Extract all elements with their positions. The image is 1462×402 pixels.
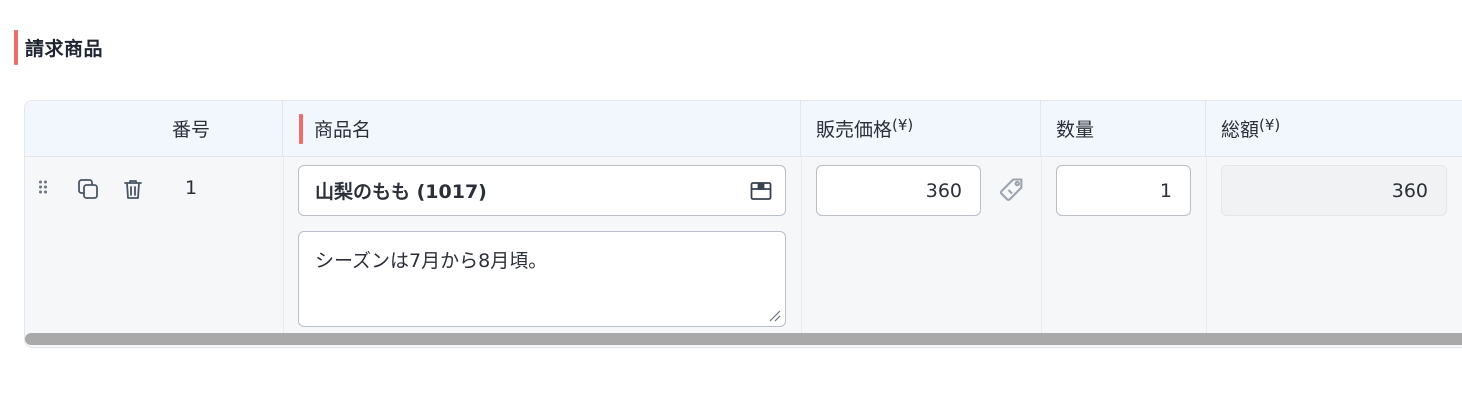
- column-divider: [283, 157, 284, 333]
- column-divider: [801, 157, 802, 333]
- header-number: 番号: [25, 101, 283, 156]
- header-product-name: 商品名: [283, 101, 801, 156]
- items-table: 番号 商品名 販売価格 (¥) 数量 総額 (¥) 1 山梨のもも (1017)…: [24, 100, 1462, 348]
- quantity-field[interactable]: 1: [1056, 165, 1191, 216]
- section-title: 請求商品: [25, 38, 104, 60]
- table-row: 1 山梨のもも (1017) シーズンは7月から8月頃。 360 1 360: [25, 157, 1462, 333]
- box-icon[interactable]: [749, 179, 773, 203]
- header-price-label: 販売価格: [816, 119, 893, 141]
- resize-grip-icon[interactable]: [767, 308, 781, 322]
- price-field[interactable]: 360: [816, 165, 981, 216]
- product-description-field[interactable]: シーズンは7月から8月頃。: [298, 231, 786, 327]
- horizontal-scrollbar[interactable]: [25, 333, 1462, 345]
- header-price: 販売価格 (¥): [801, 101, 1041, 156]
- header-product-name-label: 商品名: [314, 119, 372, 141]
- header-number-label: 番号: [171, 119, 210, 141]
- price-value: 360: [925, 179, 962, 202]
- header-quantity-label: 数量: [1056, 119, 1095, 141]
- quantity-value: 1: [1159, 179, 1172, 202]
- drag-handle-icon[interactable]: [38, 179, 48, 198]
- price-tag-icon[interactable]: [998, 176, 1026, 204]
- header-price-unit: (¥): [892, 115, 914, 134]
- total-field: 360: [1221, 165, 1447, 216]
- column-divider: [1206, 157, 1207, 333]
- total-value: 360: [1391, 179, 1428, 202]
- product-description-value: シーズンは7月から8月頃。: [315, 250, 548, 272]
- copy-row-button[interactable]: [75, 176, 101, 202]
- header-total-unit: (¥): [1259, 115, 1281, 134]
- product-name-value: 山梨のもも (1017): [315, 181, 487, 203]
- header-total: 総額 (¥): [1206, 101, 1462, 156]
- header-quantity: 数量: [1041, 101, 1206, 156]
- row-number: 1: [185, 177, 198, 199]
- copy-icon: [78, 179, 98, 199]
- header-total-label: 総額: [1221, 119, 1260, 141]
- section-accent-bar: [14, 30, 18, 65]
- table-header: 番号 商品名 販売価格 (¥) 数量 総額 (¥): [25, 101, 1462, 157]
- required-marker: [299, 113, 303, 144]
- product-name-field[interactable]: 山梨のもも (1017): [298, 165, 786, 216]
- section-header: 請求商品: [14, 30, 103, 65]
- column-divider: [1041, 157, 1042, 333]
- trash-icon: [124, 180, 142, 199]
- delete-row-button[interactable]: [120, 176, 146, 202]
